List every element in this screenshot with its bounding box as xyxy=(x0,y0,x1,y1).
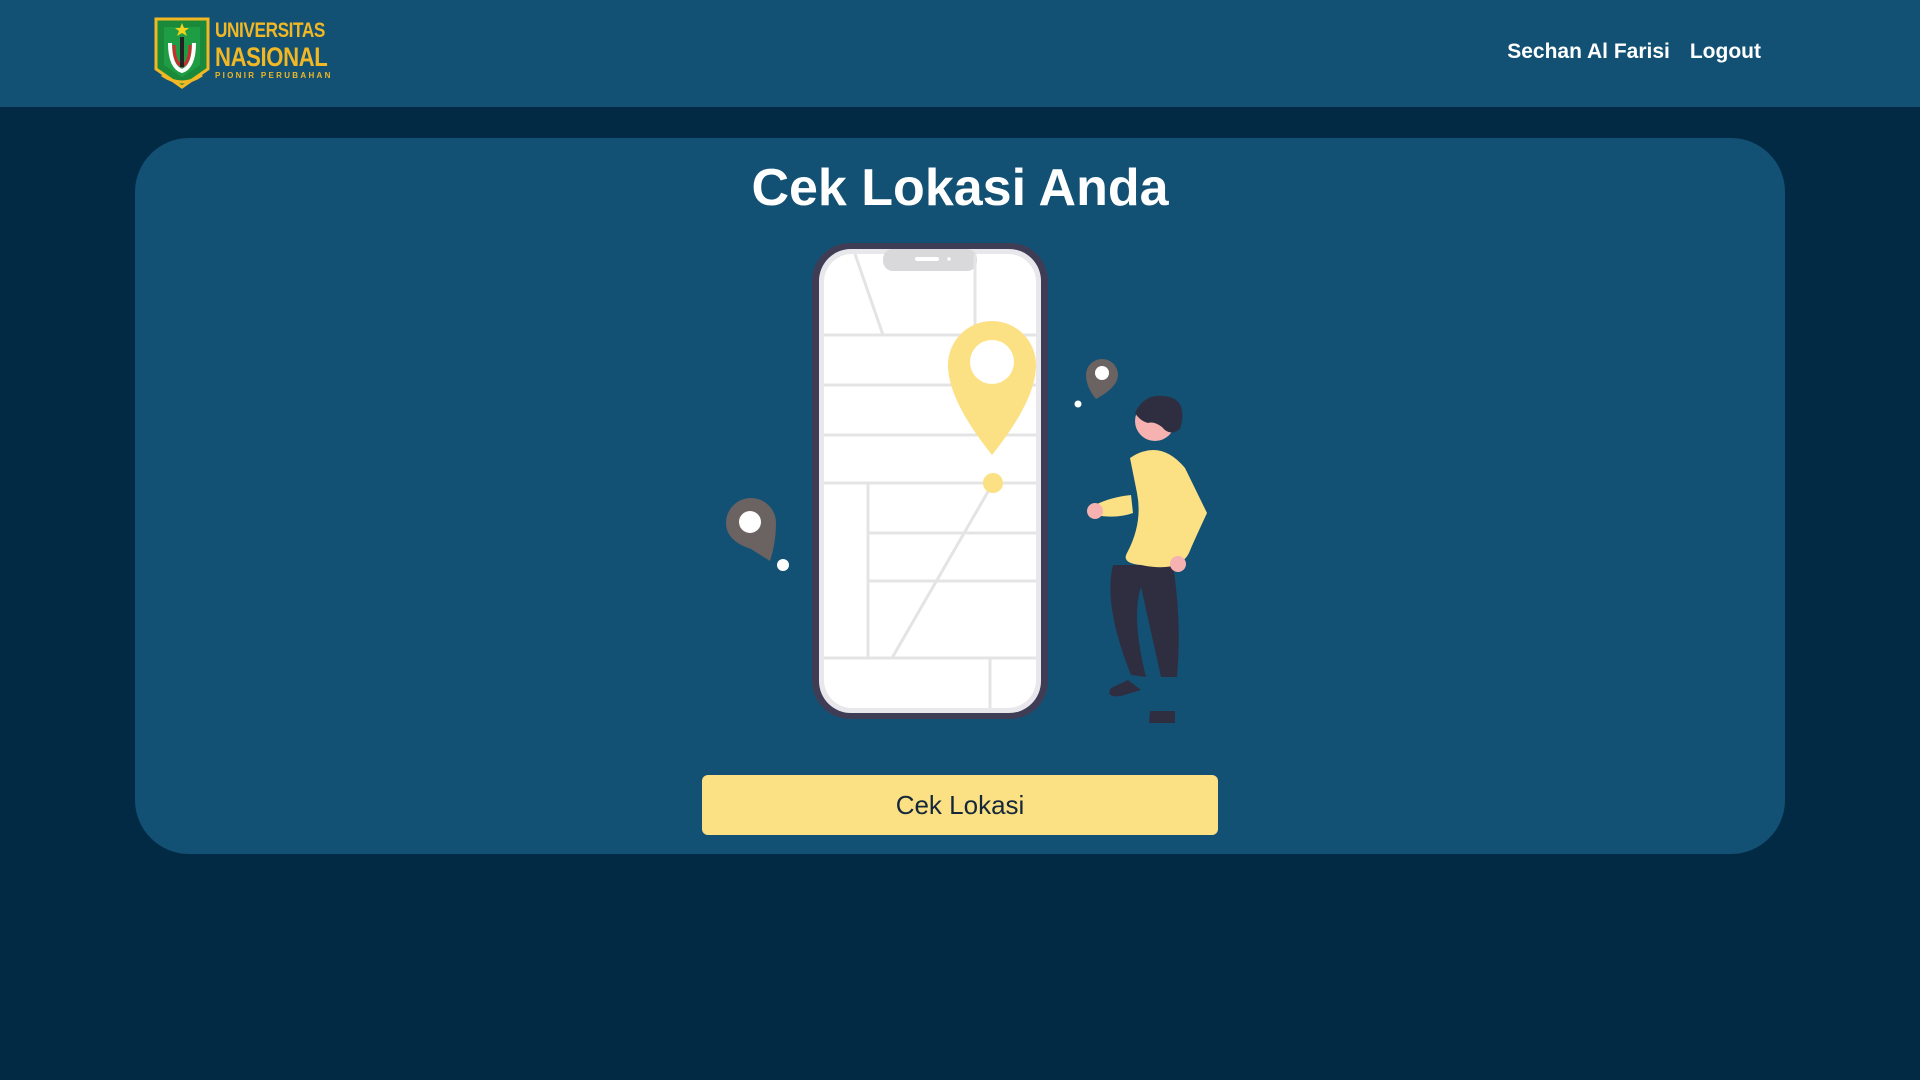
nav-links: Sechan Al Farisi Logout xyxy=(1507,40,1761,64)
map-pin-gray-right-icon xyxy=(1074,359,1118,408)
logout-link[interactable]: Logout xyxy=(1690,40,1761,64)
logo-line-nasional: NASIONAL xyxy=(215,42,328,72)
page-title: Cek Lokasi Anda xyxy=(751,159,1169,217)
smartphone-map-icon xyxy=(812,243,1048,719)
location-card: Cek Lokasi Anda Cek Lokasi xyxy=(135,138,1785,854)
map-pin-gray-left-icon xyxy=(726,498,789,571)
person-illustration-icon xyxy=(1087,395,1207,723)
logo-line-universitas: UNIVERSITAS xyxy=(215,19,325,42)
location-illustration xyxy=(726,243,1207,723)
logo-tagline: PIONIR PERUBAHAN xyxy=(215,71,333,80)
check-location-button[interactable]: Cek Lokasi xyxy=(702,775,1218,835)
university-crest-icon xyxy=(154,17,210,89)
university-logo[interactable]: UNIVERSITAS NASIONAL PIONIR PERUBAHAN xyxy=(154,17,330,89)
user-name-link[interactable]: Sechan Al Farisi xyxy=(1507,40,1670,64)
navbar: UNIVERSITAS NASIONAL PIONIR PERUBAHAN Se… xyxy=(0,0,1920,107)
logo-text: UNIVERSITAS NASIONAL PIONIR PERUBAHAN xyxy=(215,19,352,81)
